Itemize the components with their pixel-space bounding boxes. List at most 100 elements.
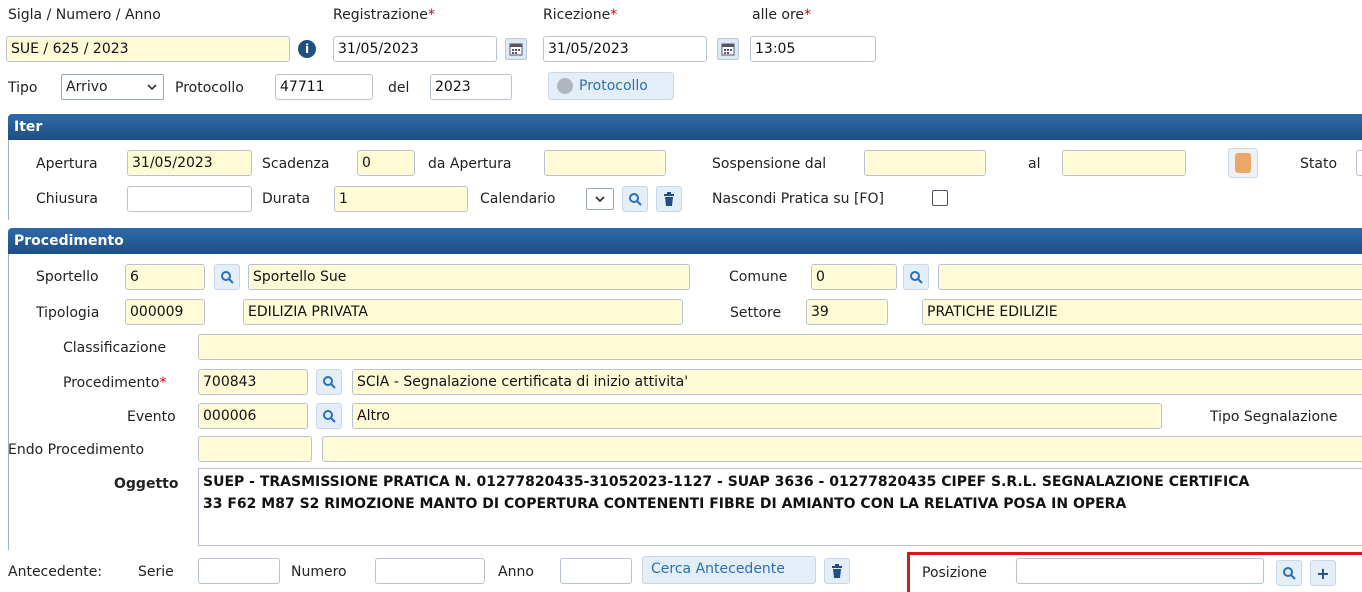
antecedente-label: Antecedente: (8, 564, 103, 580)
add-posizione-button[interactable]: + (1310, 560, 1336, 586)
search-icon (323, 376, 336, 389)
endo-code-field[interactable] (198, 436, 312, 462)
tipo-segnalazione-label: Tipo Segnalazione (1210, 409, 1338, 425)
hourglass-icon (1235, 153, 1251, 173)
chiusura-field[interactable] (127, 186, 252, 212)
settore-desc-field[interactable]: PRATICHE EDILIZIE (922, 299, 1362, 325)
del-field[interactable]: 2023 (430, 74, 512, 100)
serie-field[interactable] (198, 558, 280, 584)
protocollo-field[interactable]: 47711 (275, 74, 373, 100)
calendar-icon[interactable] (717, 38, 739, 60)
scadenza-field[interactable]: 0 (357, 150, 415, 176)
al-label: al (1028, 156, 1041, 172)
evento-label: Evento (127, 409, 176, 425)
search-icon (910, 271, 923, 284)
chiusura-label: Chiusura (36, 191, 98, 207)
sospensione-button[interactable] (1228, 148, 1258, 178)
procedimento-search-button[interactable] (316, 369, 342, 395)
evento-code-field[interactable]: 000006 (198, 403, 308, 429)
sportello-label: Sportello (36, 269, 99, 285)
oggetto-textarea[interactable]: SUEP - TRASMISSIONE PRATICA N. 012778204… (198, 468, 1362, 546)
registrazione-label: Registrazione* (333, 7, 435, 23)
apertura-field[interactable]: 31/05/2023 (127, 150, 252, 176)
iter-header: Iter (8, 114, 1362, 140)
posizione-search-button[interactable] (1276, 560, 1302, 586)
comune-label: Comune (729, 269, 788, 285)
procedimento-desc-field[interactable]: SCIA - Segnalazione certificata di inizi… (352, 369, 1362, 395)
gear-icon (557, 78, 573, 94)
procedimento-label: Procedimento* (63, 375, 167, 391)
evento-search-button[interactable] (316, 403, 342, 429)
ricezione-field[interactable]: 31/05/2023 (543, 36, 707, 62)
endo-label: Endo Procedimento (8, 442, 145, 458)
procedimento-code-field[interactable]: 700843 (198, 369, 308, 395)
sportello-code-field[interactable]: 6 (125, 264, 205, 290)
stato-label: Stato (1300, 156, 1338, 172)
search-icon (221, 271, 234, 284)
alle-ore-label: alle ore* (752, 7, 812, 23)
antecedente-delete-button[interactable] (824, 558, 850, 584)
oggetto-line-2: 33 F62 M87 S2 RIMOZIONE MANTO DI COPERTU… (203, 496, 1127, 512)
durata-field[interactable]: 1 (334, 186, 468, 212)
numero-label: Numero (291, 564, 347, 580)
search-icon (323, 410, 336, 423)
posizione-field[interactable] (1016, 558, 1264, 584)
comune-desc-field[interactable] (938, 264, 1362, 290)
tipologia-label: Tipologia (36, 305, 100, 321)
ricezione-label: Ricezione* (543, 7, 618, 23)
endo-desc-field[interactable] (322, 436, 1362, 462)
registrazione-field[interactable]: 31/05/2023 (333, 36, 497, 62)
settore-code-field[interactable]: 39 (806, 299, 888, 325)
search-icon (1283, 567, 1296, 580)
anno-field[interactable] (560, 558, 632, 584)
calendar-icon[interactable] (505, 38, 527, 60)
nascondi-checkbox[interactable] (932, 190, 948, 206)
procedimento-header: Procedimento (8, 228, 1362, 254)
tipologia-code-field[interactable]: 000009 (125, 299, 205, 325)
tipo-select[interactable]: Arrivo (61, 74, 164, 100)
tipo-select-value: Arrivo (66, 79, 108, 95)
chevron-down-icon (595, 188, 605, 218)
evento-desc-field[interactable]: Altro (352, 403, 1162, 429)
tipo-label: Tipo (8, 80, 38, 96)
nascondi-label: Nascondi Pratica su [FO] (712, 191, 884, 207)
tipologia-desc-field[interactable]: EDILIZIA PRIVATA (243, 299, 683, 325)
scadenza-label: Scadenza (262, 156, 330, 172)
info-icon[interactable]: i (298, 40, 316, 58)
sospensione-field[interactable] (864, 150, 986, 176)
stato-field[interactable] (1356, 150, 1362, 176)
search-button[interactable] (622, 186, 648, 212)
serie-label: Serie (138, 564, 174, 580)
search-icon (629, 193, 642, 206)
classificazione-label: Classificazione (63, 340, 167, 356)
cerca-antecedente-button[interactable]: Cerca Antecedente (642, 556, 816, 584)
oggetto-line-1: SUEP - TRASMISSIONE PRATICA N. 012778204… (203, 474, 1250, 490)
trash-icon (832, 564, 842, 578)
alle-ore-field[interactable]: 13:05 (750, 36, 876, 62)
sportello-search-button[interactable] (214, 264, 240, 290)
classificazione-field[interactable] (198, 334, 1362, 360)
sigla-field[interactable]: SUE / 625 / 2023 (6, 36, 290, 62)
da-apertura-field[interactable] (544, 150, 666, 176)
protocollo-button-label: Protocollo (579, 78, 648, 94)
da-apertura-label: da Apertura (428, 156, 512, 172)
calendario-select[interactable] (586, 188, 614, 210)
settore-label: Settore (730, 305, 782, 321)
sportello-desc-field[interactable]: Sportello Sue (248, 264, 690, 290)
calendario-label: Calendario (480, 191, 556, 207)
sigla-label: Sigla / Numero / Anno (8, 7, 161, 23)
protocollo-button[interactable]: Protocollo (548, 72, 674, 100)
numero-field[interactable] (375, 558, 485, 584)
chevron-down-icon (147, 75, 157, 107)
delete-button[interactable] (656, 186, 682, 212)
oggetto-label: Oggetto (114, 476, 179, 492)
al-field[interactable] (1062, 150, 1186, 176)
protocollo-label: Protocollo (175, 80, 244, 96)
durata-label: Durata (262, 191, 311, 207)
comune-code-field[interactable]: 0 (811, 264, 897, 290)
comune-search-button[interactable] (903, 264, 929, 290)
sospensione-label: Sospensione dal (712, 156, 827, 172)
anno-label: Anno (498, 564, 534, 580)
plus-icon: + (1316, 563, 1330, 583)
apertura-label: Apertura (36, 156, 98, 172)
